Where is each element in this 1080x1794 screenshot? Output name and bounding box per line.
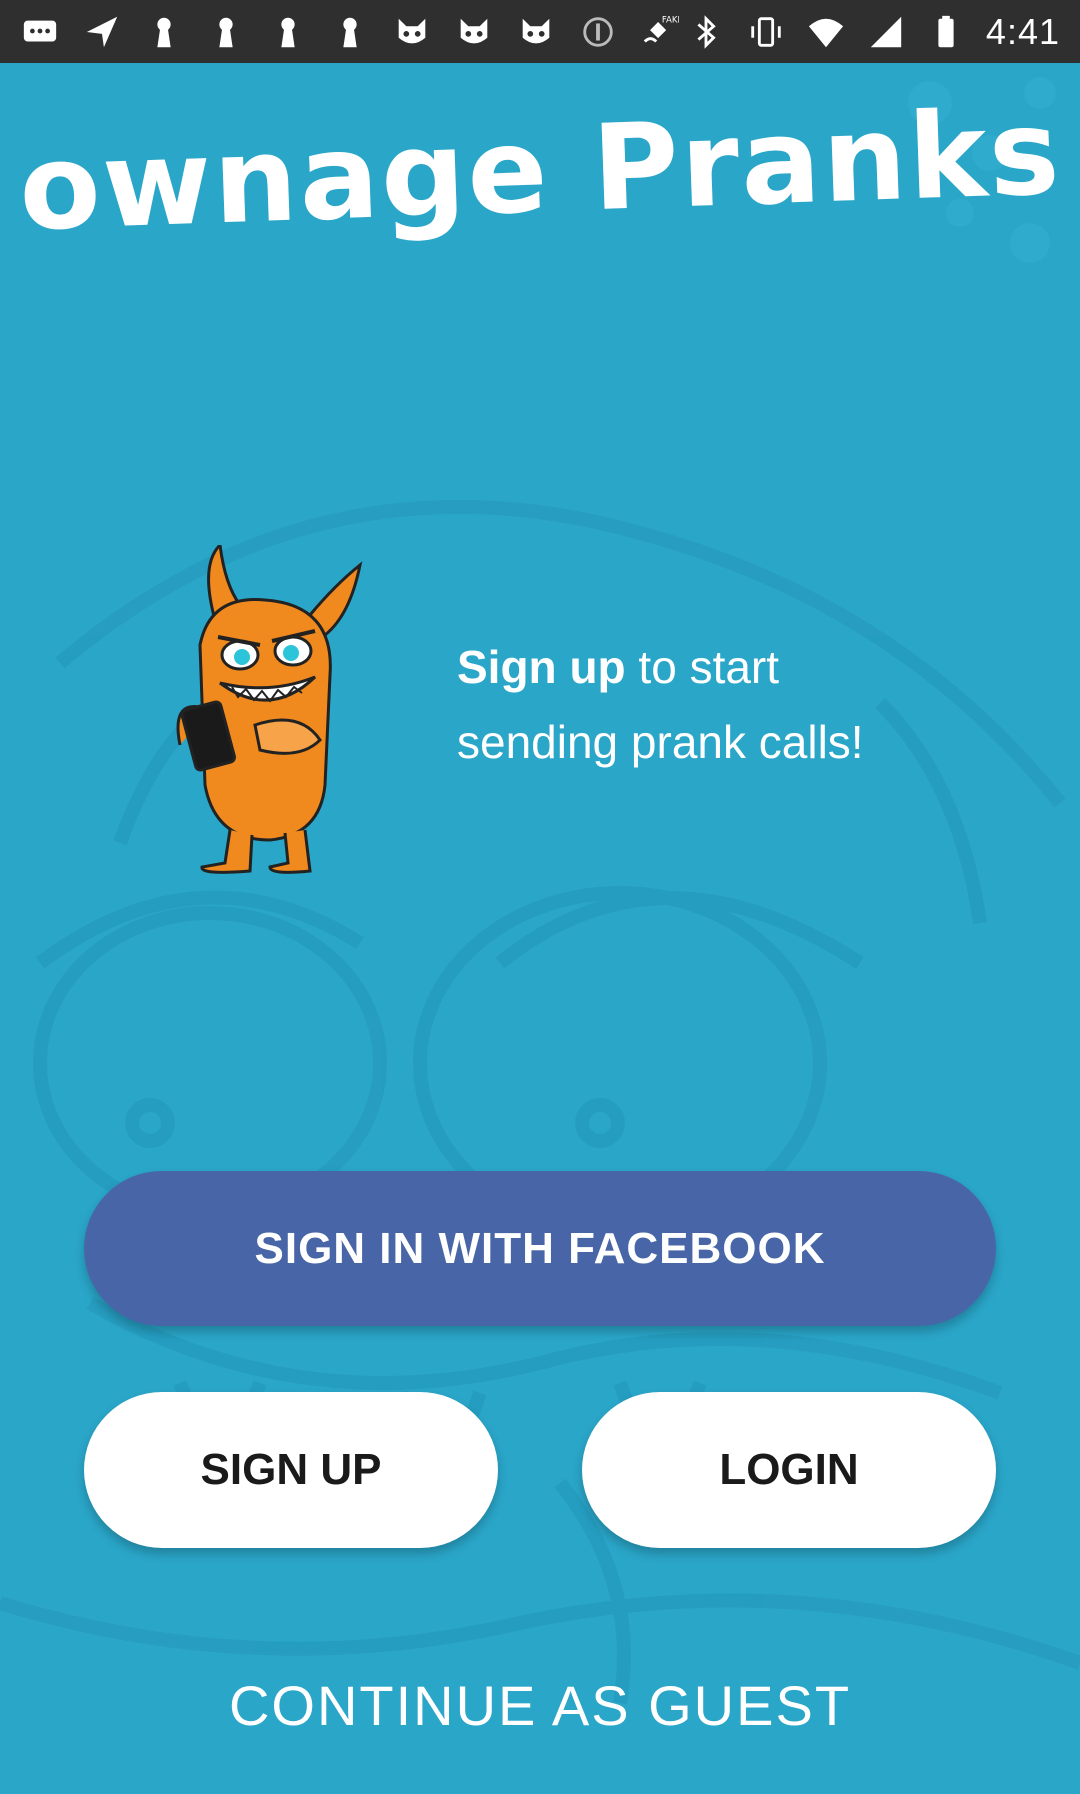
logo-text: ownage Pranks [16, 82, 1064, 258]
clock: 4:41 [985, 10, 1060, 52]
keyhole-icon [268, 12, 308, 52]
login-label: LOGIN [719, 1445, 859, 1494]
info-circle-icon [578, 12, 618, 52]
cell-signal-icon [866, 12, 906, 52]
keyhole-icon [330, 12, 370, 52]
tagline-rest: to start [625, 641, 780, 693]
tagline: Sign up to start sending prank calls! [457, 630, 927, 780]
tagline-line-1: Sign up to start [457, 630, 927, 705]
notification-icons: FAKE [20, 12, 680, 52]
continue-as-guest-link[interactable]: CONTINUE AS GUEST [0, 1660, 1080, 1750]
keyhole-icon [206, 12, 246, 52]
svg-text:FAKE: FAKE [662, 15, 679, 25]
fake-gps-icon: FAKE [640, 12, 680, 52]
status-bar: FAKE 4:41 [0, 0, 1080, 63]
facebook-signin-button[interactable]: SIGN IN WITH FACEBOOK [84, 1171, 996, 1326]
bluetooth-icon [686, 12, 726, 52]
wifi-icon [806, 12, 846, 52]
tagline-line-2: sending prank calls! [457, 716, 864, 768]
chat-bubble-icon [20, 12, 60, 52]
orange-monster-mascot-icon [176, 545, 363, 874]
navigation-icon [82, 12, 122, 52]
cat-face-icon [516, 12, 556, 52]
cat-face-icon [454, 12, 494, 52]
sign-up-label: SIGN UP [200, 1445, 382, 1494]
system-icons: 4:41 [686, 11, 1060, 53]
battery-icon [926, 12, 966, 52]
continue-as-guest-label: CONTINUE AS GUEST [228, 1673, 852, 1737]
sign-up-button[interactable]: SIGN UP [84, 1392, 498, 1548]
facebook-signin-label: SIGN IN WITH FACEBOOK [254, 1223, 826, 1273]
tagline-bold: Sign up [457, 641, 626, 693]
vibrate-icon [746, 12, 786, 52]
cat-face-icon [392, 12, 432, 52]
keyhole-icon [144, 12, 184, 52]
login-button[interactable]: LOGIN [582, 1392, 996, 1548]
app-logo: ownage Pranks [0, 82, 1080, 258]
